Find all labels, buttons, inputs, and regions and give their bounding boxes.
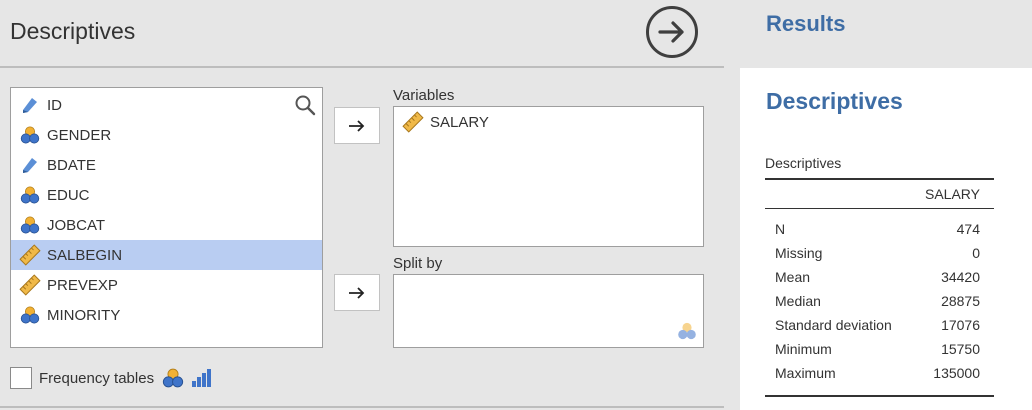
- row-label: Mean: [775, 269, 811, 285]
- variable-item-gender[interactable]: GENDER: [11, 120, 322, 150]
- column-header: SALARY: [925, 186, 980, 202]
- variable-label: GENDER: [47, 126, 112, 144]
- arrow-right-icon: [349, 286, 365, 299]
- search-icon[interactable]: [294, 94, 316, 116]
- bar-chart-icon: [192, 369, 212, 387]
- table-row: Maximum 135000: [765, 365, 994, 389]
- table-row: Minimum 15750: [765, 341, 994, 365]
- variable-item-educ[interactable]: EDUC: [11, 180, 322, 210]
- table-row: N 474: [765, 221, 994, 245]
- results-title: Results: [766, 11, 846, 36]
- row-value: 17076: [941, 317, 980, 333]
- nominal-icon: [19, 124, 41, 146]
- available-variables-list[interactable]: ID GENDER BDATE EDUC JOBCAT SALBEGIN PRE…: [10, 87, 323, 348]
- options-bottom-divider: [0, 406, 724, 408]
- row-value: 15750: [941, 341, 980, 357]
- table-row: Median 28875: [765, 293, 994, 317]
- variable-item-id[interactable]: ID: [11, 90, 322, 120]
- frequency-tables-option: Frequency tables: [10, 366, 212, 390]
- variables-box[interactable]: SALARY: [393, 106, 704, 247]
- splitby-label: Split by: [393, 255, 443, 272]
- nominal-icon: [19, 184, 41, 206]
- options-panel: Descriptives ID GENDER BDATE EDUC JOBCAT…: [0, 0, 724, 410]
- nominal-icon: [162, 368, 184, 388]
- results-heading[interactable]: Descriptives: [766, 88, 903, 115]
- variables-label: Variables: [393, 87, 455, 104]
- table-caption: Descriptives: [765, 155, 842, 171]
- row-label: Standard deviation: [775, 317, 892, 333]
- continuous-icon: [19, 244, 41, 266]
- assigned-variable-salary[interactable]: SALARY: [394, 107, 703, 137]
- variable-label: ID: [47, 96, 62, 114]
- results-panel: Results Descriptives Descriptives SALARY…: [740, 0, 1032, 410]
- nominal-text-icon: [19, 154, 41, 176]
- frequency-tables-checkbox[interactable]: [10, 367, 32, 389]
- frequency-tables-label: Frequency tables: [39, 369, 155, 387]
- table-row: Mean 34420: [765, 269, 994, 293]
- variable-label: SALBEGIN: [47, 246, 123, 264]
- run-analysis-button[interactable]: [646, 6, 698, 58]
- variable-item-prevexp[interactable]: PREVEXP: [11, 270, 322, 300]
- row-label: Median: [775, 293, 821, 309]
- row-value: 28875: [941, 293, 980, 309]
- continuous-icon: [19, 274, 41, 296]
- table-header-rule: [765, 208, 994, 209]
- row-value: 135000: [933, 365, 980, 381]
- arrow-right-icon: [658, 21, 684, 43]
- row-label: N: [775, 221, 786, 237]
- variable-label: PREVEXP: [47, 276, 118, 294]
- row-value: 474: [956, 221, 980, 237]
- nominal-text-icon: [19, 94, 41, 116]
- results-header: Results: [740, 0, 1032, 68]
- analysis-title: Descriptives: [10, 18, 136, 44]
- nominal-icon: [678, 322, 696, 340]
- table-top-rule: [765, 178, 994, 180]
- variable-item-minority[interactable]: MINORITY: [11, 300, 322, 330]
- table-row: Standard deviation 17076: [765, 317, 994, 341]
- continuous-icon: [402, 111, 424, 133]
- splitby-box[interactable]: [393, 274, 704, 348]
- table-row: Missing 0: [765, 245, 994, 269]
- variable-label: BDATE: [47, 156, 96, 174]
- row-label: Maximum: [775, 365, 836, 381]
- row-value: 34420: [941, 269, 980, 285]
- variable-label: MINORITY: [47, 306, 121, 324]
- nominal-icon: [19, 214, 41, 236]
- variable-item-bdate[interactable]: BDATE: [11, 150, 322, 180]
- arrow-right-icon: [349, 119, 365, 132]
- row-label: Minimum: [775, 341, 832, 357]
- variable-label: SALARY: [430, 113, 489, 131]
- move-to-splitby-button[interactable]: [334, 274, 380, 311]
- move-to-variables-button[interactable]: [334, 107, 380, 144]
- options-divider: [0, 66, 724, 68]
- variable-item-jobcat[interactable]: JOBCAT: [11, 210, 322, 240]
- variable-label: EDUC: [47, 186, 90, 204]
- table-bottom-rule: [765, 395, 994, 397]
- variable-label: JOBCAT: [47, 216, 106, 234]
- nominal-icon: [19, 304, 41, 326]
- variable-item-salbegin[interactable]: SALBEGIN: [11, 240, 322, 270]
- row-label: Missing: [775, 245, 823, 261]
- row-value: 0: [972, 245, 980, 261]
